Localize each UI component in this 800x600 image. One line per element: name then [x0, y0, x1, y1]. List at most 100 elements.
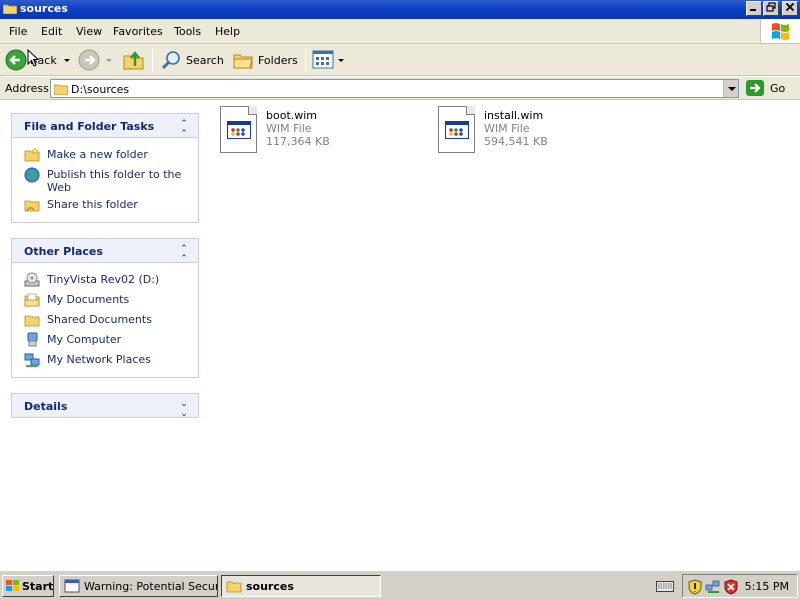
collapse-chevron-icon[interactable]: ⌃ ⌃	[178, 119, 190, 139]
other-places-header[interactable]: Other Places ⌃ ⌃	[12, 239, 198, 264]
file-name: boot.wim	[266, 109, 318, 122]
task-label: Make a new folder	[47, 148, 148, 161]
arrow-right-icon	[750, 83, 761, 93]
toolbar-separator	[305, 48, 306, 72]
place-label: My Documents	[47, 293, 130, 306]
file-name: install.wim	[484, 109, 544, 122]
windows-logo	[760, 19, 800, 43]
file-item[interactable]: boot.wim WIM File 117,364 KB	[220, 106, 420, 156]
place-label: My Network Places	[47, 353, 151, 366]
address-input[interactable]: D:\sources	[50, 79, 739, 98]
close-icon	[785, 2, 795, 12]
folder-icon	[226, 581, 242, 593]
expand-chevron-icon[interactable]: ⌄ ⌄	[178, 399, 190, 419]
security-center-icon[interactable]	[723, 579, 739, 595]
close-button[interactable]	[782, 1, 798, 16]
chevron-down-icon	[64, 59, 70, 62]
menu-file[interactable]: File	[9, 25, 27, 38]
mouse-cursor-icon	[27, 49, 39, 67]
start-label: Start	[22, 580, 54, 593]
collapse-chevron-icon[interactable]: ⌃ ⌃	[178, 244, 190, 264]
panel-title: Other Places	[24, 245, 103, 258]
minimize-button[interactable]	[746, 1, 762, 16]
windows-flag-icon	[6, 580, 19, 591]
place-label: TinyVista Rev02 (D:)	[47, 273, 160, 286]
file-item[interactable]: install.wim WIM File 594,541 KB	[438, 106, 638, 156]
search-button[interactable]: Search	[158, 47, 224, 73]
address-value: D:\sources	[71, 83, 130, 96]
address-label: Address	[5, 82, 49, 95]
file-folder-tasks-header[interactable]: File and Folder Tasks ⌃ ⌃	[12, 114, 198, 139]
folder-icon	[54, 84, 68, 95]
menu-bar: File Edit View Favorites Tools Help	[0, 19, 800, 44]
address-bar: Address D:\sources Go	[0, 77, 800, 100]
left-task-pane: File and Folder Tasks ⌃ ⌃ Make a new fold…	[0, 101, 210, 570]
details-header[interactable]: Details ⌄ ⌄	[12, 394, 198, 419]
taskbar-button-sources[interactable]: sources	[221, 575, 381, 597]
details-panel: Details ⌄ ⌄	[11, 393, 199, 419]
file-type: WIM File	[484, 122, 530, 135]
task-label: Publish this folder to the Web	[47, 168, 182, 194]
browser-window-icon	[64, 579, 80, 593]
menu-favorites[interactable]: Favorites	[113, 25, 163, 38]
network-connection-icon[interactable]	[705, 579, 721, 595]
panel-title: File and Folder Tasks	[24, 120, 155, 133]
taskbar-button-label: sources	[246, 580, 294, 593]
new-folder-icon	[24, 147, 40, 162]
back-arrow-icon	[5, 49, 27, 71]
clock[interactable]: 5:15 PM	[745, 580, 789, 593]
taskbar-button-warning[interactable]: Warning: Potential Secur...	[59, 575, 218, 597]
menu-tools[interactable]: Tools	[174, 25, 201, 38]
start-button[interactable]: Start	[2, 575, 54, 597]
search-icon	[161, 51, 180, 70]
forward-dropdown[interactable]	[104, 50, 114, 70]
search-label: Search	[186, 54, 224, 67]
taskbar: Start Warning: Potential Secur... source…	[0, 570, 800, 600]
place-label: My Computer	[47, 333, 122, 346]
system-tray: 5:15 PM	[682, 574, 798, 598]
restore-button[interactable]	[763, 1, 779, 16]
folder-icon	[3, 4, 17, 14]
folder-icon	[24, 315, 40, 327]
chevron-down-icon	[106, 59, 112, 62]
file-type: WIM File	[266, 122, 312, 135]
my-documents-icon	[24, 293, 40, 307]
views-button[interactable]	[310, 47, 346, 73]
windows-flag-icon	[772, 23, 789, 40]
share-folder-icon	[24, 200, 40, 212]
window-title: sources	[20, 2, 68, 15]
menu-help[interactable]: Help	[215, 25, 240, 38]
folders-label: Folders	[258, 54, 298, 67]
forward-button[interactable]	[76, 47, 102, 73]
security-shield-icon[interactable]	[687, 579, 703, 595]
cd-drive-icon	[24, 272, 40, 287]
network-places-icon	[24, 353, 40, 367]
file-size: 117,364 KB	[266, 135, 330, 148]
address-dropdown[interactable]	[723, 80, 738, 97]
panel-title: Details	[24, 400, 68, 413]
task-label: Share this folder	[47, 198, 138, 211]
chevron-down-icon	[338, 59, 344, 62]
chevron-down-icon	[728, 87, 736, 91]
toolbar: Back Search Folders	[0, 44, 800, 76]
up-folder-button[interactable]	[121, 47, 147, 73]
go-arrow-icon	[746, 80, 764, 96]
minimize-icon	[750, 9, 756, 11]
menu-edit[interactable]: Edit	[41, 25, 62, 38]
go-label: Go	[770, 82, 786, 95]
wim-file-icon	[438, 106, 475, 153]
forward-arrow-icon	[78, 49, 100, 71]
folders-button[interactable]: Folders	[230, 47, 300, 73]
menu-view[interactable]: View	[76, 25, 102, 38]
restore-icon	[766, 2, 776, 12]
other-places-panel: Other Places ⌃ ⌃ TinyVista Rev02 (D:) My …	[11, 238, 199, 378]
wim-file-icon	[220, 106, 257, 153]
title-bar[interactable]: sources	[0, 0, 800, 19]
keyboard-icon[interactable]	[656, 579, 674, 592]
file-size: 594,541 KB	[484, 135, 548, 148]
file-folder-tasks-panel: File and Folder Tasks ⌃ ⌃ Make a new fold…	[11, 113, 199, 223]
views-icon	[312, 50, 334, 69]
taskbar-button-label: Warning: Potential Secur...	[84, 580, 218, 593]
back-dropdown[interactable]	[62, 50, 72, 70]
go-button[interactable]: Go	[746, 79, 798, 98]
